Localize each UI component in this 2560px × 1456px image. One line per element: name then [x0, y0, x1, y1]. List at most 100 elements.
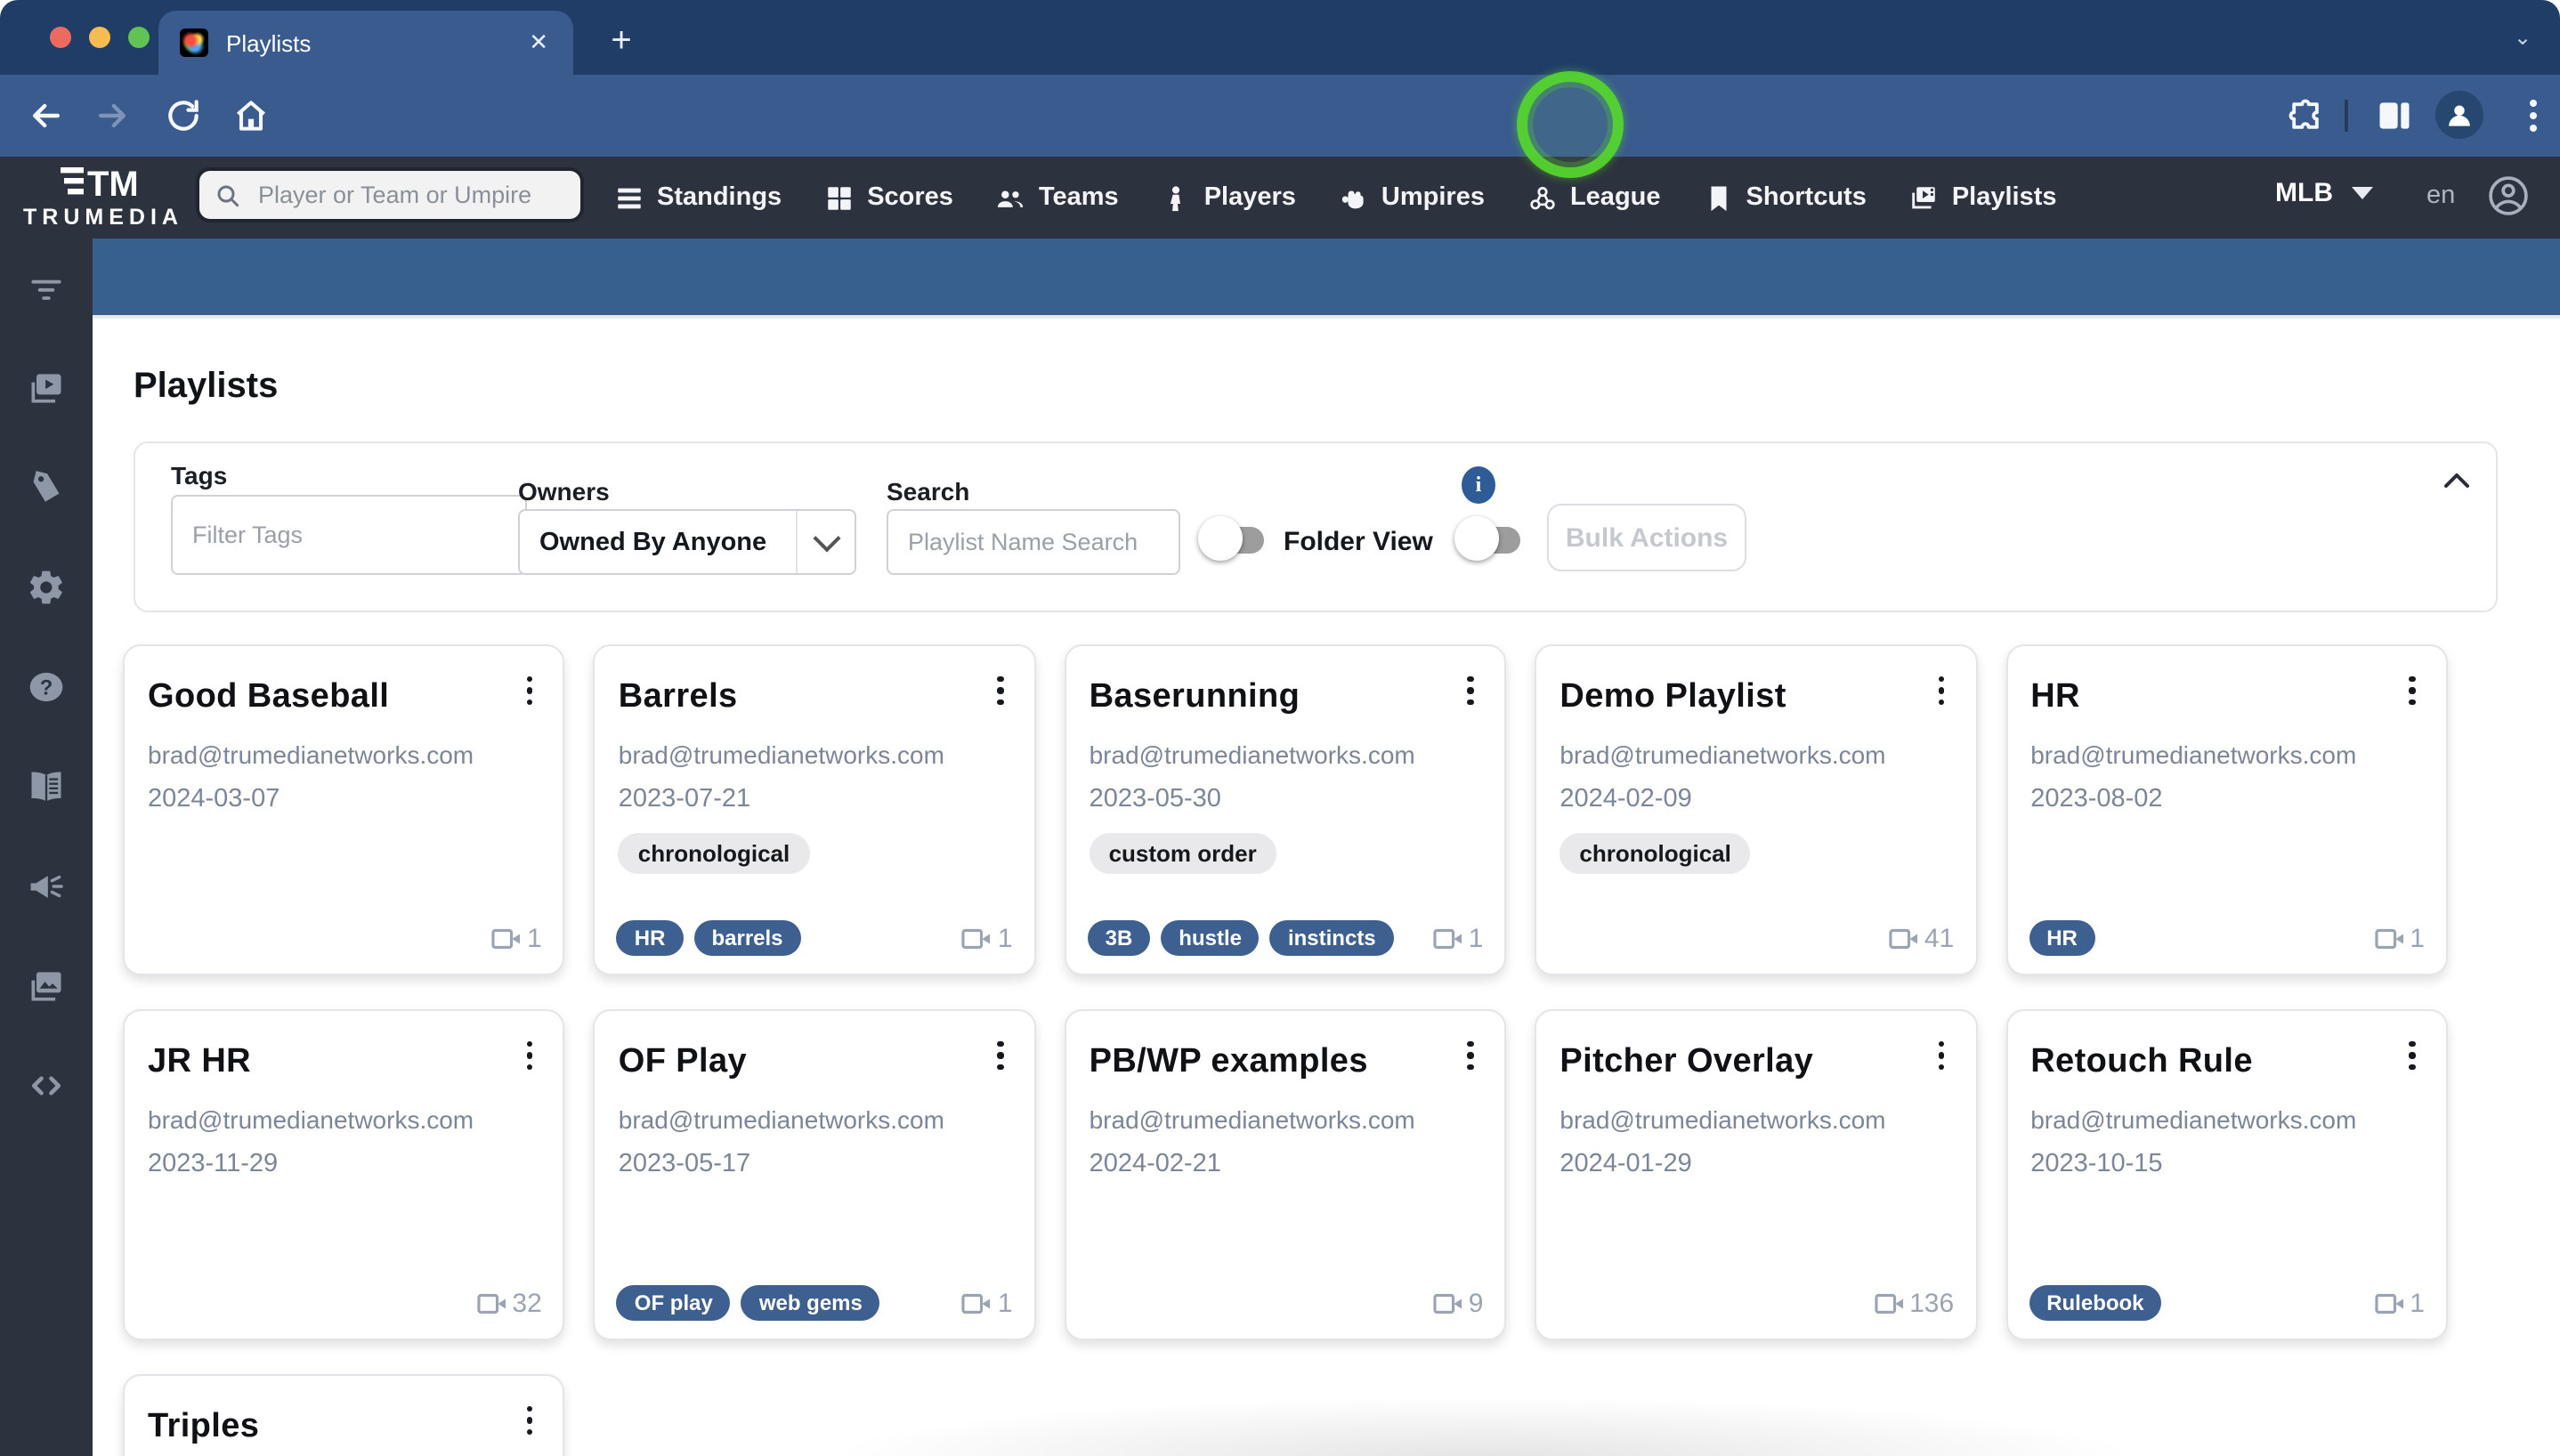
playlist-card[interactable]: Good Baseball brad@trumedianetworks.com … — [123, 644, 565, 975]
tab-close-icon[interactable]: ✕ — [522, 25, 555, 61]
global-search-input[interactable] — [255, 180, 566, 210]
video-camera-icon — [491, 928, 521, 950]
playlist-owner: brad@trumedianetworks.com — [148, 740, 474, 769]
back-button[interactable] — [27, 96, 66, 135]
card-menu-kebab-icon[interactable] — [2396, 1036, 2428, 1075]
playlist-date: 2023-08-02 — [2030, 785, 2163, 813]
reload-button[interactable] — [164, 96, 203, 135]
nav-item-teams[interactable]: Teams — [996, 182, 1119, 213]
nav-item-umpires[interactable]: Umpires — [1339, 182, 1485, 213]
forward-button[interactable] — [93, 96, 132, 135]
playlist-title: OF Play — [618, 1043, 748, 1080]
folder-view-toggle[interactable] — [1198, 516, 1264, 561]
global-search-box[interactable] — [196, 167, 584, 222]
playlist-card[interactable]: HR brad@trumedianetworks.com 2023-08-02 … — [2005, 644, 2448, 975]
video-camera-icon — [962, 927, 991, 949]
players-icon — [1162, 182, 1192, 213]
card-menu-kebab-icon[interactable] — [1925, 1036, 1957, 1075]
nav-item-players[interactable]: Players — [1162, 182, 1296, 213]
playlist-card[interactable]: Barrels brad@trumedianetworks.com 2023-0… — [593, 644, 1036, 975]
playlist-date: 2024-01-29 — [1559, 1150, 1692, 1178]
playlist-card[interactable]: PB/WP examples brad@trumedianetworks.com… — [1064, 1009, 1507, 1340]
playlist-card[interactable]: OF Play brad@trumedianetworks.com 2023-0… — [593, 1009, 1036, 1340]
playlist-title: JR HR — [148, 1043, 252, 1080]
help-icon: ? — [27, 667, 66, 707]
window-minimize-button[interactable] — [89, 27, 110, 48]
search-label: Search — [887, 477, 970, 506]
sidebar-item-help[interactable]: ? — [0, 651, 93, 723]
filter-tags-input[interactable] — [171, 495, 527, 575]
bulk-actions-toggle[interactable] — [1454, 516, 1520, 561]
sidebar-item-media-gallery[interactable] — [0, 950, 93, 1022]
browser-window: Playlists ✕ + ⌄ mlbdemo.trumedianetworks… — [0, 0, 2560, 1456]
playlist-name-search-input[interactable] — [887, 509, 1180, 575]
owners-select[interactable]: Owned By Anyone — [518, 509, 856, 575]
side-panel-icon[interactable] — [2375, 96, 2414, 135]
bulk-actions-button[interactable]: Bulk Actions — [1547, 504, 1746, 571]
video-count-number: 41 — [1924, 924, 1955, 954]
filter-icon — [27, 269, 66, 308]
window-maximize-button[interactable] — [128, 27, 150, 48]
video-count-number: 1 — [1468, 923, 1484, 953]
info-icon[interactable]: i — [1462, 466, 1495, 504]
code-icon — [27, 1066, 66, 1105]
account-profile-icon[interactable] — [2485, 173, 2532, 219]
browser-profile-avatar[interactable] — [2435, 91, 2483, 139]
sidebar-item-settings[interactable] — [0, 552, 93, 623]
new-tab-button[interactable]: + — [598, 18, 644, 64]
nav-item-standings[interactable]: Standings — [614, 182, 782, 213]
teams-icon — [996, 182, 1026, 213]
sidebar-item-code[interactable] — [0, 1050, 93, 1121]
card-menu-kebab-icon[interactable] — [514, 1401, 546, 1440]
playlist-tag-row: HR — [2029, 920, 2372, 956]
playlist-card[interactable]: Retouch Rule brad@trumedianetworks.com 2… — [2005, 1009, 2448, 1340]
svg-text:?: ? — [40, 675, 53, 700]
video-count: 41 — [1887, 922, 1954, 956]
card-menu-kebab-icon[interactable] — [514, 1036, 546, 1075]
card-menu-kebab-icon[interactable] — [1454, 671, 1487, 710]
chevron-down-icon — [2351, 187, 2372, 199]
nav-item-shortcuts[interactable]: Shortcuts — [1704, 182, 1867, 213]
sidebar-item-filter[interactable] — [0, 253, 93, 324]
playlist-card[interactable]: Triples brad@trumedianetworks.com — [123, 1374, 565, 1456]
window-close-button[interactable] — [50, 27, 71, 48]
card-bottom-row: HR 1 — [2029, 920, 2425, 956]
playlist-title: Baserunning — [1089, 678, 1300, 716]
playlist-title: PB/WP examples — [1089, 1043, 1368, 1080]
playlist-card[interactable]: JR HR brad@trumedianetworks.com 2023-11-… — [123, 1009, 565, 1340]
trumedia-logo[interactable]: TM TRUMEDIA — [18, 162, 189, 230]
scores-icon — [824, 182, 855, 213]
card-menu-kebab-icon[interactable] — [984, 1036, 1017, 1075]
sidebar-item-video-playlist[interactable] — [0, 352, 93, 424]
sidebar-item-announcements[interactable] — [0, 851, 93, 922]
extensions-icon[interactable] — [2286, 96, 2325, 135]
browser-tab-playlists[interactable]: Playlists ✕ — [158, 11, 573, 75]
card-menu-kebab-icon[interactable] — [1925, 671, 1957, 710]
umpires-icon — [1339, 182, 1369, 213]
sidebar-item-tag[interactable] — [0, 452, 93, 523]
owners-select-value: Owned By Anyone — [539, 528, 767, 556]
browser-toolbar: mlbdemo.trumedianetworks.com/baseball/pl… — [0, 75, 2560, 222]
tab-search-chevron-icon[interactable]: ⌄ — [2503, 18, 2542, 57]
playlist-card[interactable]: Demo Playlist brad@trumedianetworks.com … — [1535, 644, 1978, 975]
card-menu-kebab-icon[interactable] — [984, 671, 1017, 710]
card-menu-kebab-icon[interactable] — [514, 671, 546, 710]
playlist-card[interactable]: Baserunning brad@trumedianetworks.com 20… — [1064, 644, 1507, 975]
playlist-title: HR — [2030, 678, 2080, 716]
league-selector[interactable]: MLB — [2275, 178, 2372, 208]
nav-item-playlists[interactable]: Playlists — [1909, 182, 2057, 213]
browser-menu-icon[interactable] — [2514, 94, 2553, 133]
card-menu-kebab-icon[interactable] — [1454, 1036, 1487, 1075]
card-bottom-row: 41 — [1558, 922, 1954, 956]
home-button[interactable] — [231, 96, 271, 135]
language-selector[interactable]: en — [2426, 182, 2455, 210]
playlist-tag: instincts — [1269, 920, 1394, 956]
nav-item-scores[interactable]: Scores — [824, 182, 953, 213]
playlist-card[interactable]: Pitcher Overlay brad@trumedianetworks.co… — [1535, 1009, 1978, 1340]
video-camera-icon — [476, 1293, 506, 1314]
select-chevron-icon — [796, 511, 855, 573]
sidebar-item-guide-book[interactable] — [0, 751, 93, 822]
collapse-panel-chevron-icon[interactable] — [2443, 468, 2471, 493]
card-menu-kebab-icon[interactable] — [2396, 671, 2428, 710]
nav-item-league[interactable]: League — [1527, 182, 1661, 213]
